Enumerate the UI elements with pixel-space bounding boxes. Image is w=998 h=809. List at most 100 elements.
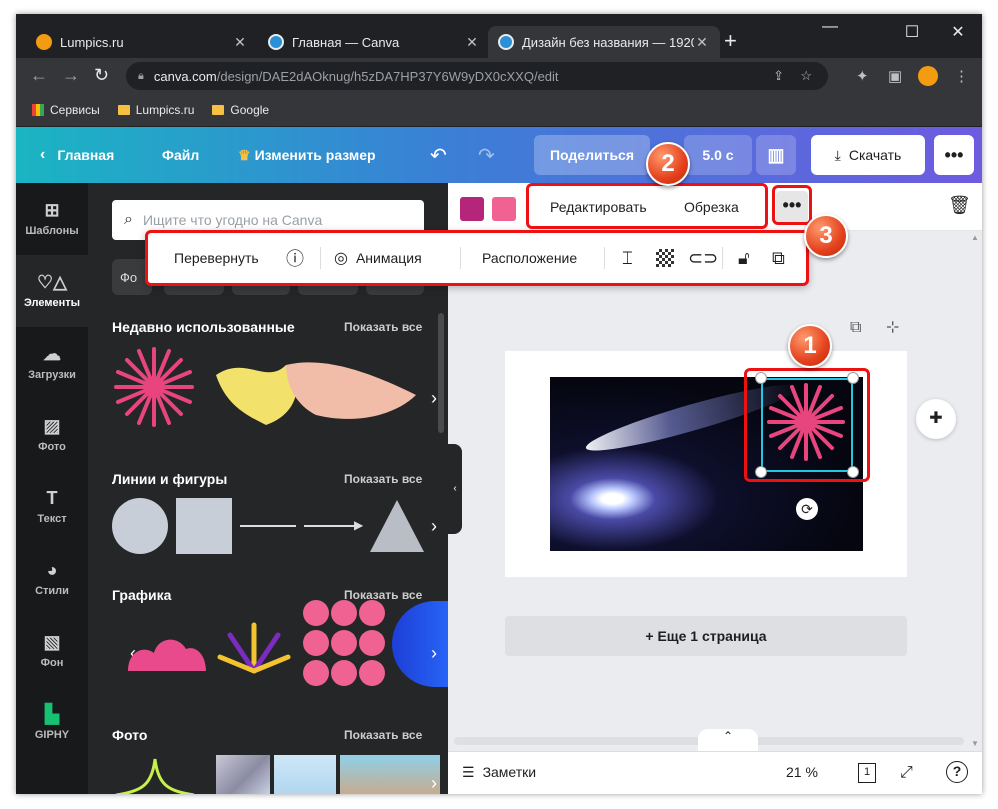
line-shape[interactable]: [240, 525, 296, 527]
color-swatch-2[interactable]: [492, 197, 516, 221]
circle-shape[interactable]: [112, 498, 168, 554]
recent-fabric-graphic[interactable]: [206, 345, 426, 433]
fullscreen-icon[interactable]: ⤢: [900, 764, 913, 782]
help-icon[interactable]: ?: [946, 761, 968, 783]
close-window-icon[interactable]: ✕: [948, 22, 968, 42]
home-button[interactable]: ‹ Главная: [40, 127, 114, 183]
rail-item-photos[interactable]: ▨ Фото: [16, 399, 88, 471]
separator: [320, 247, 321, 269]
tab-strip: Lumpics.ru ✕ Главная — Canva ✕ Дизайн бе…: [16, 14, 982, 58]
star-photo-thumbnail[interactable]: [112, 755, 198, 794]
canva-favicon-icon: [498, 34, 514, 50]
show-all-shapes[interactable]: Показать все: [344, 472, 422, 486]
new-tab-icon[interactable]: +: [724, 28, 737, 54]
bookmark-star-icon[interactable]: ☆: [800, 68, 812, 84]
scroll-down-icon[interactable]: ▼: [971, 739, 979, 748]
apps-grid-icon: [32, 104, 44, 116]
close-tab-icon[interactable]: ✕: [464, 34, 480, 51]
tab-canva-home[interactable]: Главная — Canva ✕: [258, 26, 490, 58]
zoom-level[interactable]: 21 %: [786, 764, 818, 780]
resize-button[interactable]: ♛ Изменить размер: [238, 127, 376, 183]
scroll-up-icon[interactable]: ▲: [971, 233, 979, 242]
maximize-icon[interactable]: ☐: [902, 22, 922, 42]
chevron-right-icon[interactable]: ›: [431, 516, 437, 537]
duplicate-icon[interactable]: ⧉: [772, 233, 785, 283]
dancer-photo-thumbnail[interactable]: [274, 755, 336, 794]
lock-icon[interactable]: 🔓︎: [738, 233, 750, 283]
reload-icon[interactable]: ↻: [94, 65, 109, 86]
page-count-button[interactable]: 1: [858, 763, 876, 783]
rail-item-background[interactable]: ▧ Фон: [16, 615, 88, 687]
rotate-icon[interactable]: ⟳: [796, 498, 818, 520]
show-all-recent[interactable]: Показать все: [344, 320, 422, 334]
show-all-photos[interactable]: Показать все: [344, 728, 422, 742]
bookmark-google[interactable]: Google: [212, 103, 269, 117]
annotation-box-element: [744, 368, 870, 482]
back-icon[interactable]: ←: [30, 65, 48, 86]
cloud-graphic[interactable]: [124, 615, 208, 675]
arrow-line-shape[interactable]: [304, 525, 358, 527]
info-icon[interactable]: ⓘ: [286, 233, 304, 283]
browser-menu-icon[interactable]: ⋮: [954, 67, 969, 85]
undo-icon[interactable]: ↶: [430, 127, 447, 183]
recent-starburst-graphic[interactable]: [112, 345, 196, 429]
share-button[interactable]: Поделиться: [534, 135, 650, 175]
close-tab-icon[interactable]: ✕: [232, 34, 248, 51]
forward-icon[interactable]: →: [62, 65, 80, 86]
profile-avatar[interactable]: [918, 66, 938, 86]
square-shape[interactable]: [176, 498, 232, 554]
expand-pages-icon[interactable]: ⌃: [698, 729, 758, 751]
trash-icon[interactable]: 🗑︎: [948, 195, 971, 216]
position-button[interactable]: Расположение: [482, 233, 577, 283]
add-more-pages-button[interactable]: + Еще 1 страница: [505, 616, 907, 656]
animate-button[interactable]: ◎ Анимация: [334, 233, 422, 283]
bookmark-services[interactable]: Сервисы: [32, 103, 100, 117]
side-panel-icon[interactable]: ▣: [888, 67, 902, 85]
bookmark-lumpics[interactable]: Lumpics.ru: [117, 103, 194, 117]
chevron-right-icon[interactable]: ›: [431, 388, 437, 409]
sunburst-graphic[interactable]: [216, 615, 292, 675]
chevron-right-icon[interactable]: ›: [431, 773, 437, 794]
rail-item-text[interactable]: T Текст: [16, 471, 88, 543]
notes-button[interactable]: ☰ Заметки: [462, 764, 536, 781]
transparency-icon[interactable]: [656, 233, 674, 283]
insights-chart-icon[interactable]: ▥: [756, 135, 796, 175]
folder-icon: [212, 105, 225, 115]
color-swatch-1[interactable]: [460, 197, 484, 221]
dots-grid-graphic[interactable]: [302, 599, 386, 689]
animate-label: Анимация: [355, 250, 422, 266]
more-options-icon[interactable]: •••: [934, 135, 974, 175]
rail-item-styles[interactable]: ◕ Стили: [16, 543, 88, 615]
panel-scrollbar[interactable]: [438, 313, 444, 433]
download-button[interactable]: ⤓ Скачать: [811, 135, 925, 175]
holo-photo-thumbnail[interactable]: [216, 755, 270, 794]
rail-item-elements[interactable]: ♡△ Элементы: [16, 255, 88, 327]
half-circle-graphic[interactable]: [392, 601, 448, 687]
url-host: canva.com: [153, 68, 217, 84]
chevron-right-icon[interactable]: ›: [431, 643, 437, 664]
extensions-icon[interactable]: ✦: [856, 67, 869, 85]
rail-item-templates[interactable]: ⊞ Шаблоны: [16, 183, 88, 255]
tab-lumpics[interactable]: Lumpics.ru ✕: [26, 26, 258, 58]
rail-item-giphy[interactable]: ▙ GIPHY: [16, 687, 88, 759]
notes-label: Заметки: [482, 764, 537, 780]
link-icon[interactable]: ⊂⊃: [688, 233, 718, 283]
duplicate-page-icon[interactable]: ⧉: [850, 319, 861, 337]
duration-button[interactable]: 5.0 с: [684, 135, 752, 175]
share-page-icon[interactable]: ⇪: [773, 68, 784, 84]
close-tab-icon[interactable]: ✕: [694, 34, 710, 51]
redo-icon[interactable]: ↷: [478, 127, 495, 183]
add-comment-icon[interactable]: ✚: [916, 399, 956, 439]
portrait-photo-thumbnail[interactable]: [340, 755, 440, 794]
collapse-panel-icon[interactable]: ‹: [448, 444, 462, 534]
rail-item-uploads[interactable]: ☁ Загрузки: [16, 327, 88, 399]
file-menu[interactable]: Файл: [162, 127, 199, 183]
triangle-shape[interactable]: [368, 498, 426, 554]
minimize-icon[interactable]: —: [820, 18, 840, 36]
address-bar[interactable]: 🔒︎ canva.com/design/DAE2dAOknug/h5zDA7HP…: [126, 62, 828, 90]
browser-window: Lumpics.ru ✕ Главная — Canva ✕ Дизайн бе…: [16, 14, 982, 794]
flip-button[interactable]: Перевернуть: [174, 233, 259, 283]
paint-roller-icon[interactable]: ⌶: [622, 233, 633, 283]
add-page-icon[interactable]: ⊹: [886, 317, 899, 337]
tab-canva-design[interactable]: Дизайн без названия — 1920 ✕: [488, 26, 720, 58]
